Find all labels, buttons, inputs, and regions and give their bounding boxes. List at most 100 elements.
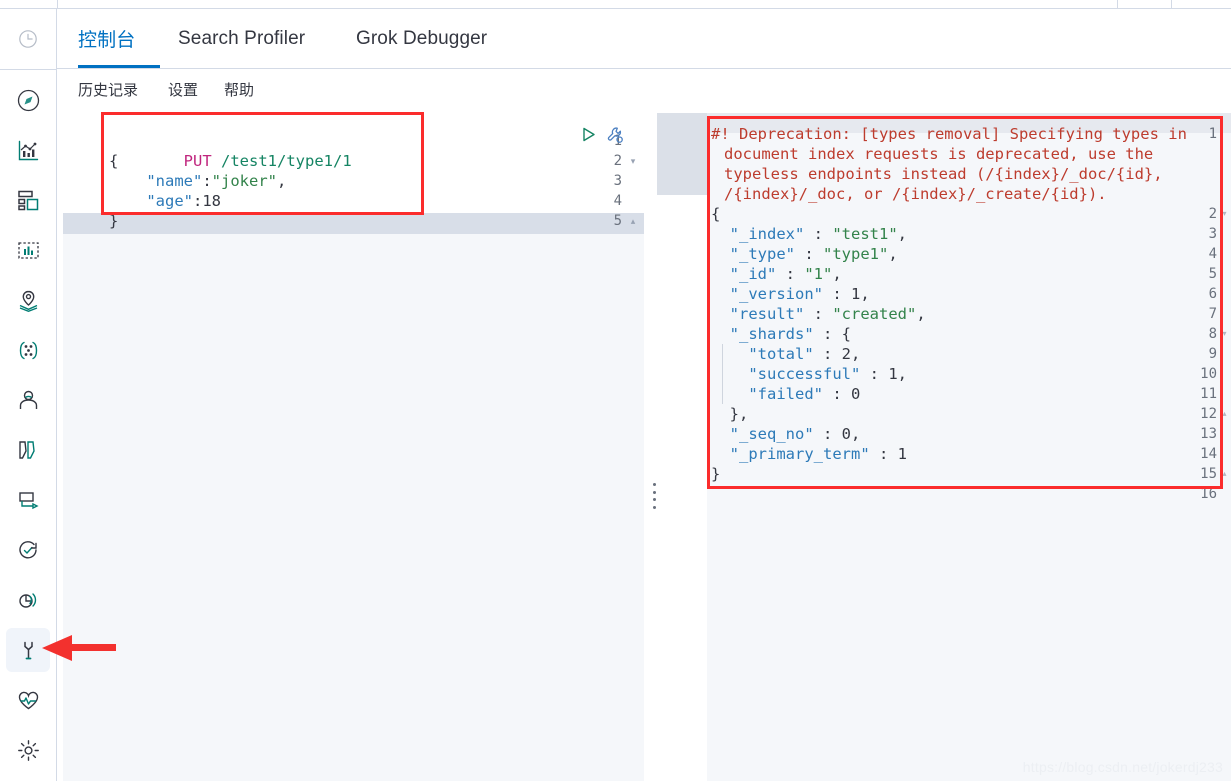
response-line-15: }	[711, 465, 721, 483]
line-number: 3	[613, 173, 622, 189]
request-line-4: "age":18	[146, 192, 222, 210]
sidebar-item-siem[interactable]	[6, 578, 50, 622]
sidebar-item-apm[interactable]	[6, 478, 50, 522]
sidebar-item-uptime[interactable]	[6, 528, 50, 572]
fold-toggle-icon[interactable]: ▾	[628, 151, 638, 171]
tab-search-profiler-label: Search Profiler	[178, 27, 306, 49]
menu-history[interactable]: 历史记录	[78, 79, 138, 100]
app-header-strip	[0, 0, 1231, 9]
line-number: 9	[1208, 346, 1217, 362]
line-number: 1	[1208, 126, 1217, 142]
watermark: https://blog.csdn.net/jokerdj233	[1022, 759, 1223, 775]
monitoring-icon	[16, 688, 41, 713]
deprecation-warning-line: #! Deprecation: [types removal] Specifyi…	[711, 125, 1187, 143]
sidebar-item-logs[interactable]	[6, 428, 50, 472]
line-number: 11	[1200, 386, 1217, 402]
wrench-icon	[16, 638, 41, 663]
http-method: PUT	[183, 152, 212, 170]
fold-toggle-icon[interactable]: ▴	[1220, 404, 1229, 424]
line-number: 16	[1200, 486, 1217, 502]
primary-sidebar	[0, 0, 57, 781]
tab-search-profiler[interactable]: Search Profiler	[178, 9, 318, 68]
console-submenu: 历史记录 设置 帮助	[57, 69, 1231, 113]
sidebar-item-management[interactable]	[6, 728, 50, 772]
response-line-8: "_shards" : {	[729, 325, 851, 343]
uptime-icon	[16, 538, 41, 563]
response-line-12: },	[711, 405, 749, 423]
line-number: 7	[1208, 306, 1217, 322]
line-number: 15	[1200, 466, 1217, 482]
request-editor-actions	[574, 113, 644, 153]
response-line-7: "result" : "created",	[729, 305, 926, 323]
response-line-5: "_id" : "1",	[729, 265, 842, 283]
request-path: /test1/type1/1	[221, 152, 352, 170]
splitter-grip-icon[interactable]	[652, 483, 656, 509]
line-number: 5	[1208, 266, 1217, 282]
apm-icon	[16, 488, 41, 513]
response-gutter	[657, 113, 707, 781]
sidebar-item-machine-learning[interactable]	[6, 328, 50, 372]
tab-console[interactable]: 控制台	[78, 9, 160, 68]
sidebar-item-discover[interactable]	[6, 78, 50, 122]
compass-icon	[16, 88, 41, 113]
console-response-editor[interactable]: 1 2 ▾ 3 4 5 6 7 8 ▾ 9 10 11 12 ▴ 13 14 1…	[657, 113, 1231, 781]
line-number: 4	[613, 193, 622, 209]
sidebar-item-dev-tools[interactable]	[6, 628, 50, 672]
devtools-tabbar: 控制台 Search Profiler Grok Debugger	[57, 9, 1231, 69]
menu-help[interactable]: 帮助	[224, 79, 254, 100]
clock-icon[interactable]	[6, 17, 50, 61]
deprecation-warning-line: /{index}/_doc, or /{index}/_create/{id})…	[724, 185, 1107, 203]
sidebar-item-monitoring[interactable]	[6, 678, 50, 722]
line-number: 12	[1200, 406, 1217, 422]
request-line-5: }	[109, 212, 119, 230]
line-number: 14	[1200, 446, 1217, 462]
tab-grok-debugger[interactable]: Grok Debugger	[356, 9, 502, 68]
fold-toggle-icon[interactable]: ▾	[1220, 324, 1229, 344]
console-request-editor[interactable]: 1 2 ▾ 3 4 5 ▴ PUT /test1/type1/1 { "name…	[63, 113, 644, 781]
canvas-icon	[16, 238, 41, 263]
indent-guide	[722, 344, 723, 404]
active-line-gutter-highlight	[63, 213, 105, 234]
header-divider	[1117, 0, 1118, 9]
request-line-2: {	[109, 152, 119, 170]
response-line-4: "_type" : "type1",	[729, 245, 898, 263]
maps-icon	[16, 288, 41, 313]
header-divider	[1171, 0, 1172, 9]
sidebar-item-visualize[interactable]	[6, 128, 50, 172]
response-gutter-highlight	[657, 113, 707, 195]
response-line-11: "failed" : 0	[748, 385, 861, 403]
fold-toggle-icon[interactable]: ▴	[628, 211, 638, 231]
tab-grok-debugger-label: Grok Debugger	[356, 27, 488, 49]
sidebar-item-canvas[interactable]	[6, 228, 50, 272]
line-number: 8	[1208, 326, 1217, 342]
line-number: 5	[613, 213, 622, 229]
response-line-13: "_seq_no" : 0,	[729, 425, 861, 443]
line-number: 6	[1208, 286, 1217, 302]
deprecation-warning-line: typeless endpoints instead (/{index}/_do…	[724, 165, 1163, 183]
recently-viewed-zone	[0, 9, 56, 70]
response-line-9: "total" : 2,	[748, 345, 861, 363]
send-request-button[interactable]	[580, 126, 597, 148]
line-number: 10	[1200, 366, 1217, 382]
dashboard-icon	[16, 188, 41, 213]
console-panes: 1 2 ▾ 3 4 5 ▴ PUT /test1/type1/1 { "name…	[57, 113, 1231, 781]
active-line-highlight	[105, 213, 644, 234]
fold-toggle-icon[interactable]: ▴	[1220, 464, 1229, 484]
sidebar-item-infrastructure[interactable]	[6, 378, 50, 422]
response-line-14: "_primary_term" : 1	[729, 445, 907, 463]
response-line-6: "_version" : 1,	[729, 285, 870, 303]
sidebar-item-maps[interactable]	[6, 278, 50, 322]
sidebar-item-dashboard[interactable]	[6, 178, 50, 222]
line-number: 2	[613, 153, 622, 169]
request-line-3: "name":"joker",	[146, 172, 287, 190]
tab-console-label: 控制台	[78, 30, 136, 51]
siem-icon	[16, 588, 41, 613]
fold-toggle-icon[interactable]: ▾	[1220, 204, 1229, 224]
visualize-icon	[16, 138, 41, 163]
menu-settings[interactable]: 设置	[168, 79, 198, 100]
main-content: 控制台 Search Profiler Grok Debugger 历史记录 设…	[57, 9, 1231, 781]
response-line-10: "successful" : 1,	[748, 365, 907, 383]
infrastructure-icon	[16, 388, 41, 413]
line-number: 3	[1208, 226, 1217, 242]
console-menu-wrench-icon[interactable]	[606, 126, 625, 150]
